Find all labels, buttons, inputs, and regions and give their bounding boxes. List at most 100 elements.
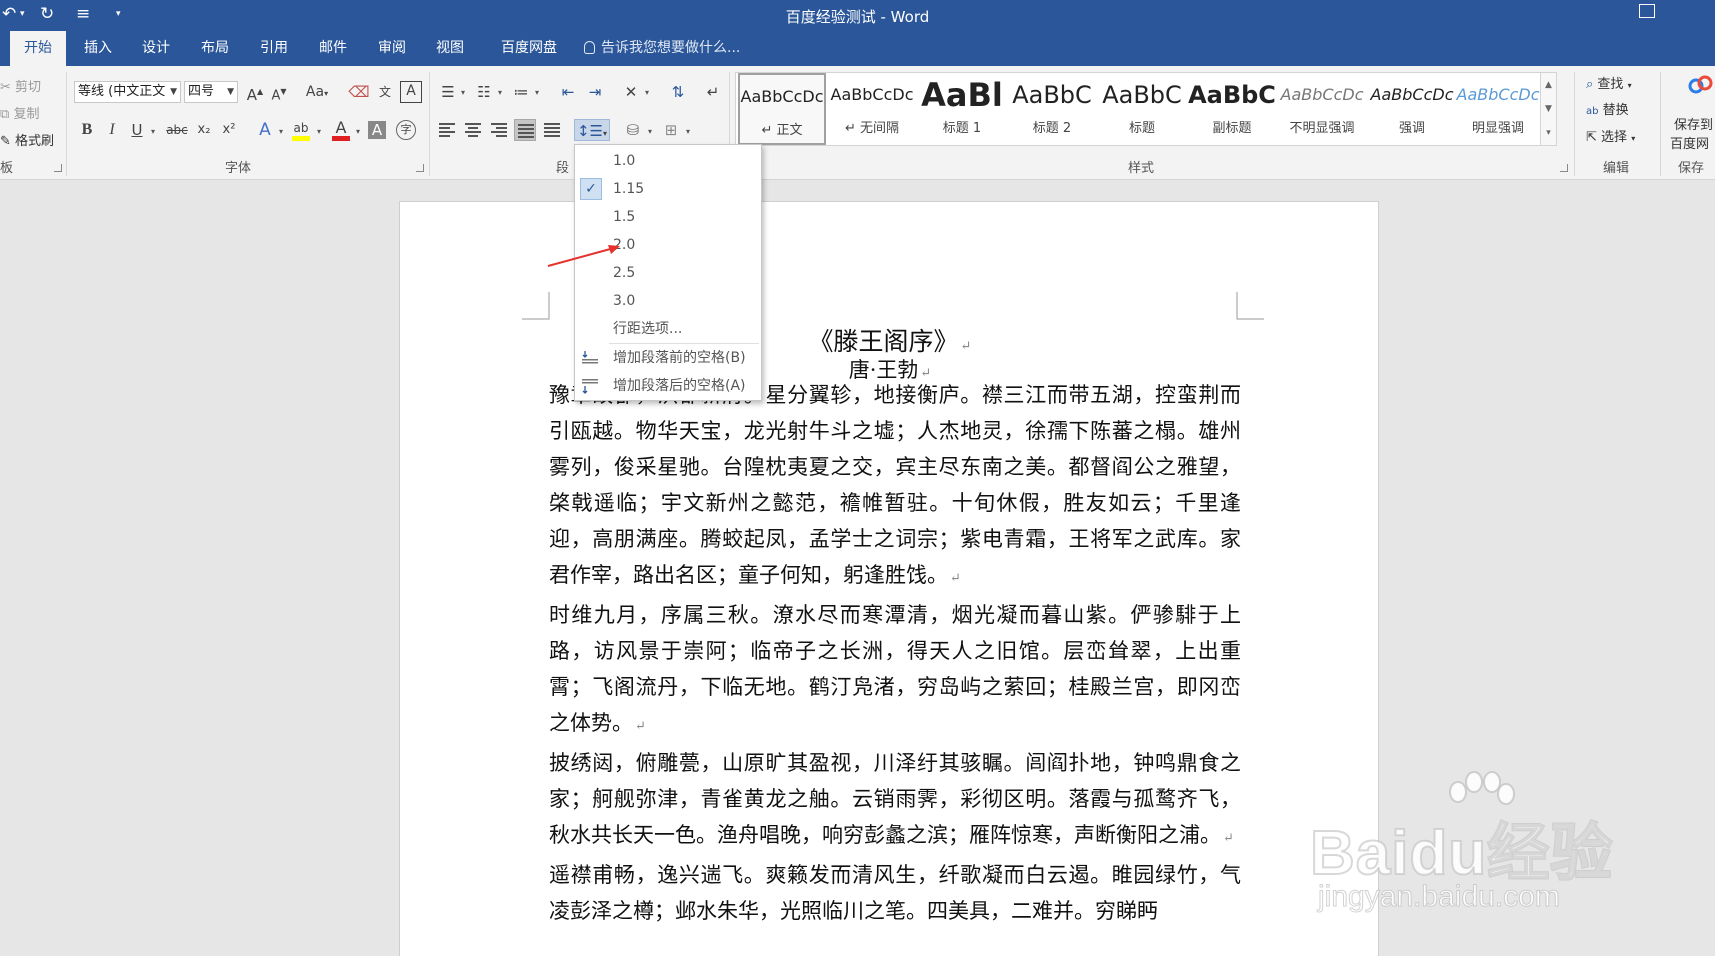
tab-view[interactable]: 视图	[424, 31, 476, 66]
style-emphasis[interactable]: AaBbCcDc 强调	[1368, 73, 1456, 145]
select-button[interactable]: ⇱ 选择 ▾	[1586, 126, 1635, 145]
highlighter-icon: ab	[293, 121, 309, 135]
add-space-after-item[interactable]: 增加段落后的空格(A)	[575, 372, 761, 400]
underline-button[interactable]: U	[126, 119, 148, 141]
format-painter-button[interactable]: ✎ 格式刷	[0, 130, 54, 149]
add-space-before-item[interactable]: 增加段落前的空格(B)	[575, 344, 761, 372]
baidu-cloud-icon[interactable]	[1688, 74, 1713, 96]
style-name: 标题 2	[1032, 121, 1072, 136]
italic-button[interactable]: I	[101, 119, 123, 141]
shading-button[interactable]: ⛁	[622, 119, 644, 141]
line-spacing-options-item[interactable]: 行距选项...	[575, 315, 761, 343]
chinese-layout-button[interactable]: ✕	[620, 81, 642, 103]
character-shading-icon: A	[371, 121, 383, 139]
document-body[interactable]: 豫章故郡，洪都新府。星分翼轸，地接衡庐。襟三江而带五湖，控蛮荆而引瓯越。物华天宝…	[549, 377, 1241, 929]
show-hide-marks-button[interactable]: ↵	[702, 81, 724, 103]
style-heading-1[interactable]: AaBl 标题 1	[918, 73, 1006, 145]
line-spacing-option-1-5[interactable]: 1.5	[575, 203, 761, 231]
scroll-down-icon[interactable]: ▼	[1545, 104, 1552, 114]
margin-corner-top-right	[1236, 292, 1264, 320]
line-spacing-option-2-0[interactable]: 2.0	[575, 231, 761, 259]
line-spacing-option-2-5[interactable]: 2.5	[575, 259, 761, 287]
space-before-icon	[582, 351, 598, 364]
tab-review[interactable]: 审阅	[366, 31, 418, 66]
align-center-icon[interactable]	[465, 123, 481, 137]
document-page[interactable]: 《滕王阁序》 ↵ 唐·王勃 ↵ 豫章故郡，洪都新府。星分翼轸，地接衡庐。襟三江而带五…	[399, 201, 1379, 956]
font-color-button[interactable]: A	[330, 117, 352, 141]
gallery-more-icon[interactable]: ▾	[1546, 128, 1551, 138]
bullets-button[interactable]: ☰	[437, 81, 459, 103]
tab-baidu-netdisk[interactable]: 百度网盘	[488, 31, 570, 66]
text-effects-dropdown-icon[interactable]: ▾	[279, 127, 283, 136]
document-title[interactable]: 《滕王阁序》 ↵	[400, 322, 1380, 358]
style-subtle-emphasis[interactable]: AaBbCcDc 不明显强调	[1278, 73, 1366, 145]
distributed-button[interactable]	[541, 119, 563, 141]
line-spacing-option-1-15[interactable]: ✓ 1.15	[575, 175, 761, 203]
gallery-scroll[interactable]: ▲ ▼ ▾	[1540, 73, 1556, 145]
find-button[interactable]: ⌕ 查找 ▾	[1586, 73, 1632, 92]
multilevel-list-button[interactable]: ≔	[510, 81, 532, 103]
bold-button[interactable]: B	[76, 119, 98, 141]
superscript-button[interactable]: x²	[218, 119, 240, 141]
align-left-icon[interactable]	[439, 123, 455, 137]
line-spacing-option-1-0[interactable]: 1.0	[575, 147, 761, 175]
tab-home[interactable]: 开始	[10, 31, 66, 66]
highlight-dropdown-icon[interactable]: ▾	[317, 127, 321, 136]
enclose-characters-button[interactable]: 字	[396, 120, 416, 140]
tab-design[interactable]: 设计	[131, 31, 181, 66]
underline-dropdown-icon[interactable]: ▾	[151, 127, 155, 136]
tab-references[interactable]: 引用	[249, 31, 299, 66]
text-effects-button[interactable]: A	[254, 119, 276, 141]
tab-insert[interactable]: 插入	[73, 31, 123, 66]
sort-button[interactable]: ⇅	[667, 81, 689, 103]
clear-formatting-button[interactable]: ⌫	[348, 81, 370, 103]
shading-dropdown-icon[interactable]: ▾	[648, 127, 652, 136]
align-right-icon[interactable]	[491, 123, 507, 137]
multilevel-list-dropdown-icon[interactable]: ▾	[535, 88, 539, 97]
justify-button[interactable]	[514, 119, 536, 141]
style-no-spacing[interactable]: AaBbCcDc ↵ 无间隔	[828, 73, 916, 145]
style-title[interactable]: AaBbC 标题	[1098, 73, 1186, 145]
style-intense-emphasis[interactable]: AaBbCcDc 明显强调	[1454, 73, 1542, 145]
tell-me-search[interactable]: 告诉我您想要做什么...	[584, 31, 740, 66]
borders-dropdown-icon[interactable]: ▾	[686, 127, 690, 136]
bullets-dropdown-icon[interactable]: ▾	[461, 88, 465, 97]
styles-launcher-icon[interactable]	[1560, 164, 1568, 172]
font-color-dropdown-icon[interactable]: ▾	[356, 127, 360, 136]
cut-button[interactable]: ✂ 剪切	[0, 76, 41, 95]
subscript-button[interactable]: x₂	[193, 119, 215, 141]
chinese-layout-dropdown-icon[interactable]: ▾	[645, 88, 649, 97]
numbering-dropdown-icon[interactable]: ▾	[498, 88, 502, 97]
eraser-icon: ⌫	[348, 83, 370, 101]
tab-mailings[interactable]: 邮件	[307, 31, 359, 66]
character-shading-button[interactable]: A	[368, 121, 386, 139]
style-heading-2[interactable]: AaBbC 标题 2	[1008, 73, 1096, 145]
save-baidu-line2[interactable]: 百度网	[1670, 133, 1709, 152]
shrink-font-button[interactable]: A▼	[268, 81, 290, 103]
line-spacing-option-3-0[interactable]: 3.0	[575, 287, 761, 315]
style-subtitle[interactable]: AaBbC 副标题	[1188, 73, 1276, 145]
borders-button[interactable]: ⊞	[660, 119, 682, 141]
style-normal[interactable]: AaBbCcDc ↵ 正文	[738, 73, 826, 145]
line-spacing-button[interactable]: ↕☰▾	[574, 119, 610, 141]
copy-button[interactable]: ⧉ 复制	[0, 103, 39, 122]
font-launcher-icon[interactable]	[416, 164, 424, 172]
strikethrough-button[interactable]: abc	[163, 119, 191, 141]
grow-font-button[interactable]: A▲	[244, 81, 266, 104]
character-border-button[interactable]: A	[400, 81, 422, 103]
save-baidu-line1[interactable]: 保存到	[1674, 114, 1713, 133]
change-case-button[interactable]: Aa▾	[302, 81, 332, 103]
font-name-select[interactable]: 等线 (中文正文 ▼	[74, 81, 181, 103]
tab-layout[interactable]: 布局	[190, 31, 240, 66]
ribbon-display-options-icon[interactable]	[1639, 4, 1655, 18]
highlight-button[interactable]: ab	[290, 117, 312, 141]
paragraph-mark-icon: ↵	[706, 83, 720, 101]
decrease-indent-button[interactable]: ⇤	[557, 81, 579, 103]
font-size-select[interactable]: 四号 ▼	[184, 81, 238, 103]
replace-button[interactable]: ab 替换	[1586, 99, 1629, 118]
clipboard-launcher-icon[interactable]	[54, 164, 62, 172]
increase-indent-button[interactable]: ⇥	[584, 81, 606, 103]
phonetic-guide-button[interactable]: 文	[374, 81, 396, 103]
scroll-up-icon[interactable]: ▲	[1545, 80, 1552, 90]
numbering-button[interactable]: ☷	[473, 81, 495, 103]
